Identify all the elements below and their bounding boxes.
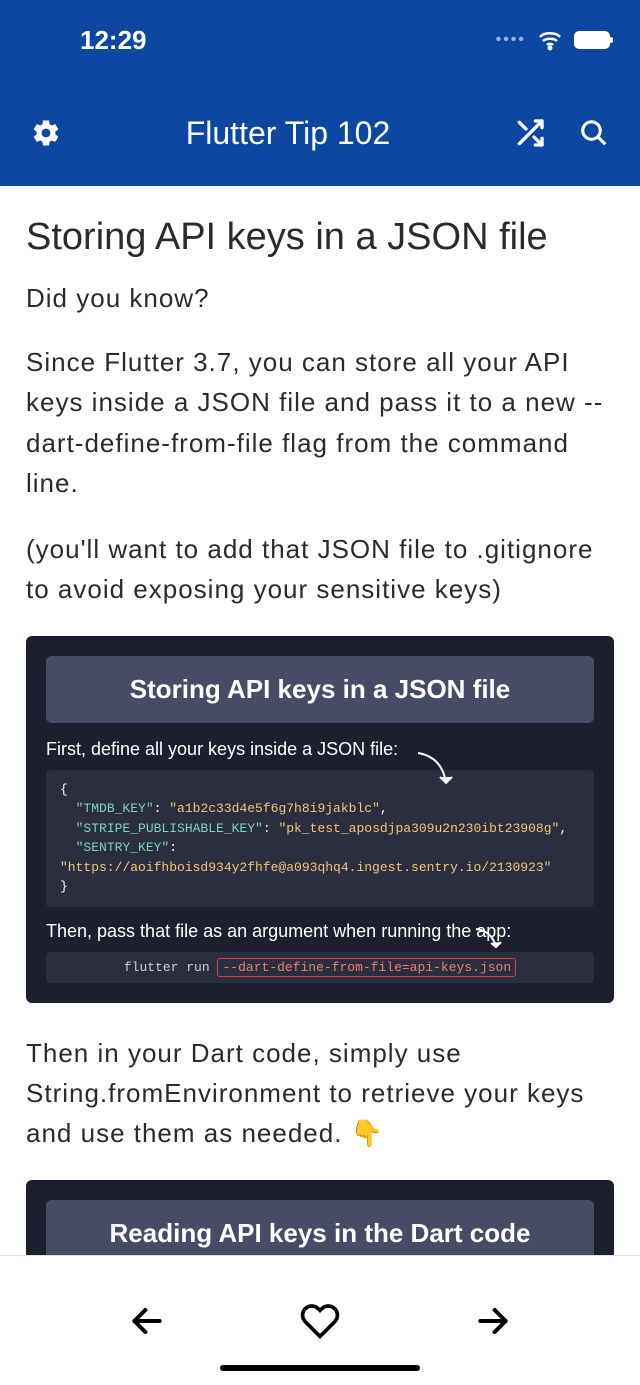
article-subtitle: Did you know? [26,283,614,314]
nav-back-button[interactable] [122,1296,172,1346]
nav-forward-button[interactable] [468,1296,518,1346]
arrow-icon [474,927,504,951]
heart-icon [300,1301,340,1341]
code-card-header: Storing API keys in a JSON file [46,656,594,723]
nav-favorite-button[interactable] [295,1296,345,1346]
article-title: Storing API keys in a JSON file [26,216,614,259]
settings-button[interactable] [28,115,64,151]
gear-icon [31,118,61,148]
code-card-text-2: Then, pass that file as an argument when… [46,921,594,942]
code-card-reading: Reading API keys in the Dart code const … [26,1180,614,1255]
code-card-storing: Storing API keys in a JSON file First, d… [26,636,614,1003]
arrow-icon [414,749,454,789]
cellular-icon: •••• [496,31,526,49]
status-bar: 12:29 •••• [0,0,640,80]
code-card-text-1: First, define all your keys inside a JSO… [46,739,594,760]
shuffle-icon [514,117,546,149]
article-paragraph-2: (you'll want to add that JSON file to .g… [26,529,614,610]
status-icons: •••• [496,28,610,52]
search-button[interactable] [576,115,612,151]
wifi-icon [538,28,562,52]
app-bar-title: Flutter Tip 102 [64,115,512,152]
json-code-block: { "TMDB_KEY": "a1b2c33d4e5f6g7h8i9jakblc… [46,770,594,907]
article-paragraph-1: Since Flutter 3.7, you can store all you… [26,342,614,503]
code-card-header-2: Reading API keys in the Dart code [46,1200,594,1255]
command-block: flutter run --dart-define-from-file=api-… [46,952,594,983]
battery-icon [574,31,610,49]
home-indicator[interactable] [220,1365,420,1371]
arrow-right-icon [474,1302,512,1340]
shuffle-button[interactable] [512,115,548,151]
search-icon [579,118,609,148]
status-time: 12:29 [80,25,147,56]
article-paragraph-3: Then in your Dart code, simply use Strin… [26,1033,614,1154]
app-bar: Flutter Tip 102 [0,80,640,186]
article-content[interactable]: Storing API keys in a JSON file Did you … [0,186,640,1255]
arrow-left-icon [128,1302,166,1340]
